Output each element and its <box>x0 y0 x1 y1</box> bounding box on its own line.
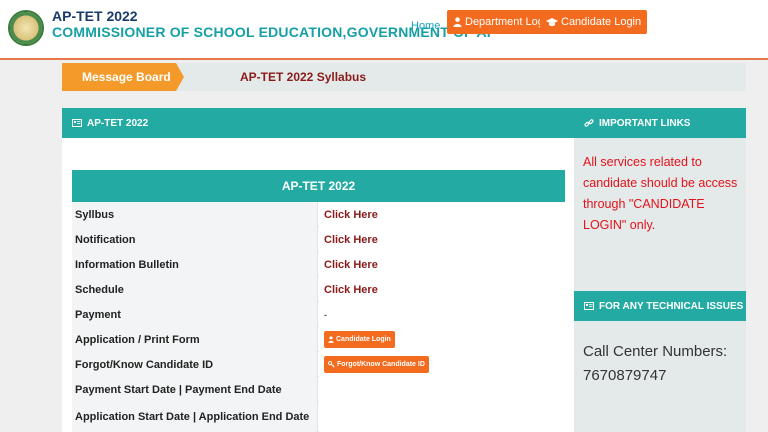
important-links-title: IMPORTANT LINKS <box>599 117 691 129</box>
row-label: Syllbus <box>72 202 318 227</box>
payment-dates-value <box>319 377 565 402</box>
table-row: Notification Click Here <box>72 227 565 252</box>
table-row: Application / Print Form Candidate Login <box>72 327 565 352</box>
candidate-login-button[interactable]: Candidate Login <box>540 10 648 34</box>
information-bulletin-link[interactable]: Click Here <box>324 259 378 271</box>
forgot-candidate-id-button[interactable]: Forgot/Know Candidate ID <box>324 356 429 373</box>
table-row: Forgot/Know Candidate ID Forgot/Know Can… <box>72 352 565 377</box>
key-icon <box>328 361 335 368</box>
message-board-label: Message Board <box>62 63 176 91</box>
message-board-text[interactable]: AP-TET 2022 Syllabus <box>240 70 366 84</box>
table-row: Information Bulletin Click Here <box>72 252 565 277</box>
row-candidate-login-label: Candidate Login <box>336 336 391 343</box>
row-label: Schedule <box>72 277 318 302</box>
row-label: Application / Print Form <box>72 327 318 352</box>
forgot-candidate-id-label: Forgot/Know Candidate ID <box>337 361 425 368</box>
candidate-login-label: Candidate Login <box>561 16 642 28</box>
table-row: Payment Start Date | Payment End Date <box>72 377 565 402</box>
payment-value: - <box>324 309 327 320</box>
technical-issues-header: FOR ANY TECHNICAL ISSUES <box>574 291 746 321</box>
row-candidate-login-button[interactable]: Candidate Login <box>324 331 395 348</box>
table-row: Payment - <box>72 302 565 327</box>
graduation-cap-icon <box>546 18 558 27</box>
syllabus-link[interactable]: Click Here <box>324 209 378 221</box>
id-card-icon <box>584 302 594 310</box>
important-links-header: IMPORTANT LINKS <box>574 108 746 138</box>
table-row: Schedule Click Here <box>72 277 565 302</box>
application-dates-value <box>319 402 565 432</box>
id-card-icon <box>72 119 82 127</box>
notification-link[interactable]: Click Here <box>324 234 378 246</box>
technical-issues-title: FOR ANY TECHNICAL ISSUES <box>599 300 744 312</box>
site-title: AP-TET 2022 <box>52 8 138 24</box>
table-row: Syllbus Click Here <box>72 202 565 227</box>
row-label: Forgot/Know Candidate ID <box>72 352 318 377</box>
table-title: AP-TET 2022 <box>72 170 565 202</box>
row-label: Payment Start Date | Payment End Date <box>72 377 318 402</box>
main-panel-title: AP-TET 2022 <box>87 117 149 129</box>
row-label: Notification <box>72 227 318 252</box>
candidate-login-notice: All services related to candidate should… <box>583 155 738 232</box>
schedule-link[interactable]: Click Here <box>324 284 378 296</box>
main-panel-header: AP-TET 2022 <box>62 108 574 138</box>
row-label: Application Start Date | Application End… <box>72 402 318 432</box>
call-center-numbers: Call Center Numbers: 7670879747 <box>583 343 728 384</box>
row-label: Payment <box>72 302 318 327</box>
state-emblem-logo <box>8 10 44 46</box>
user-icon <box>328 336 334 343</box>
table-row: Application Start Date | Application End… <box>72 402 565 432</box>
link-icon <box>584 119 594 127</box>
nav-home-link[interactable]: Home <box>411 20 440 32</box>
message-board-arrow <box>176 63 184 91</box>
user-icon <box>453 17 462 27</box>
row-label: Information Bulletin <box>72 252 318 277</box>
